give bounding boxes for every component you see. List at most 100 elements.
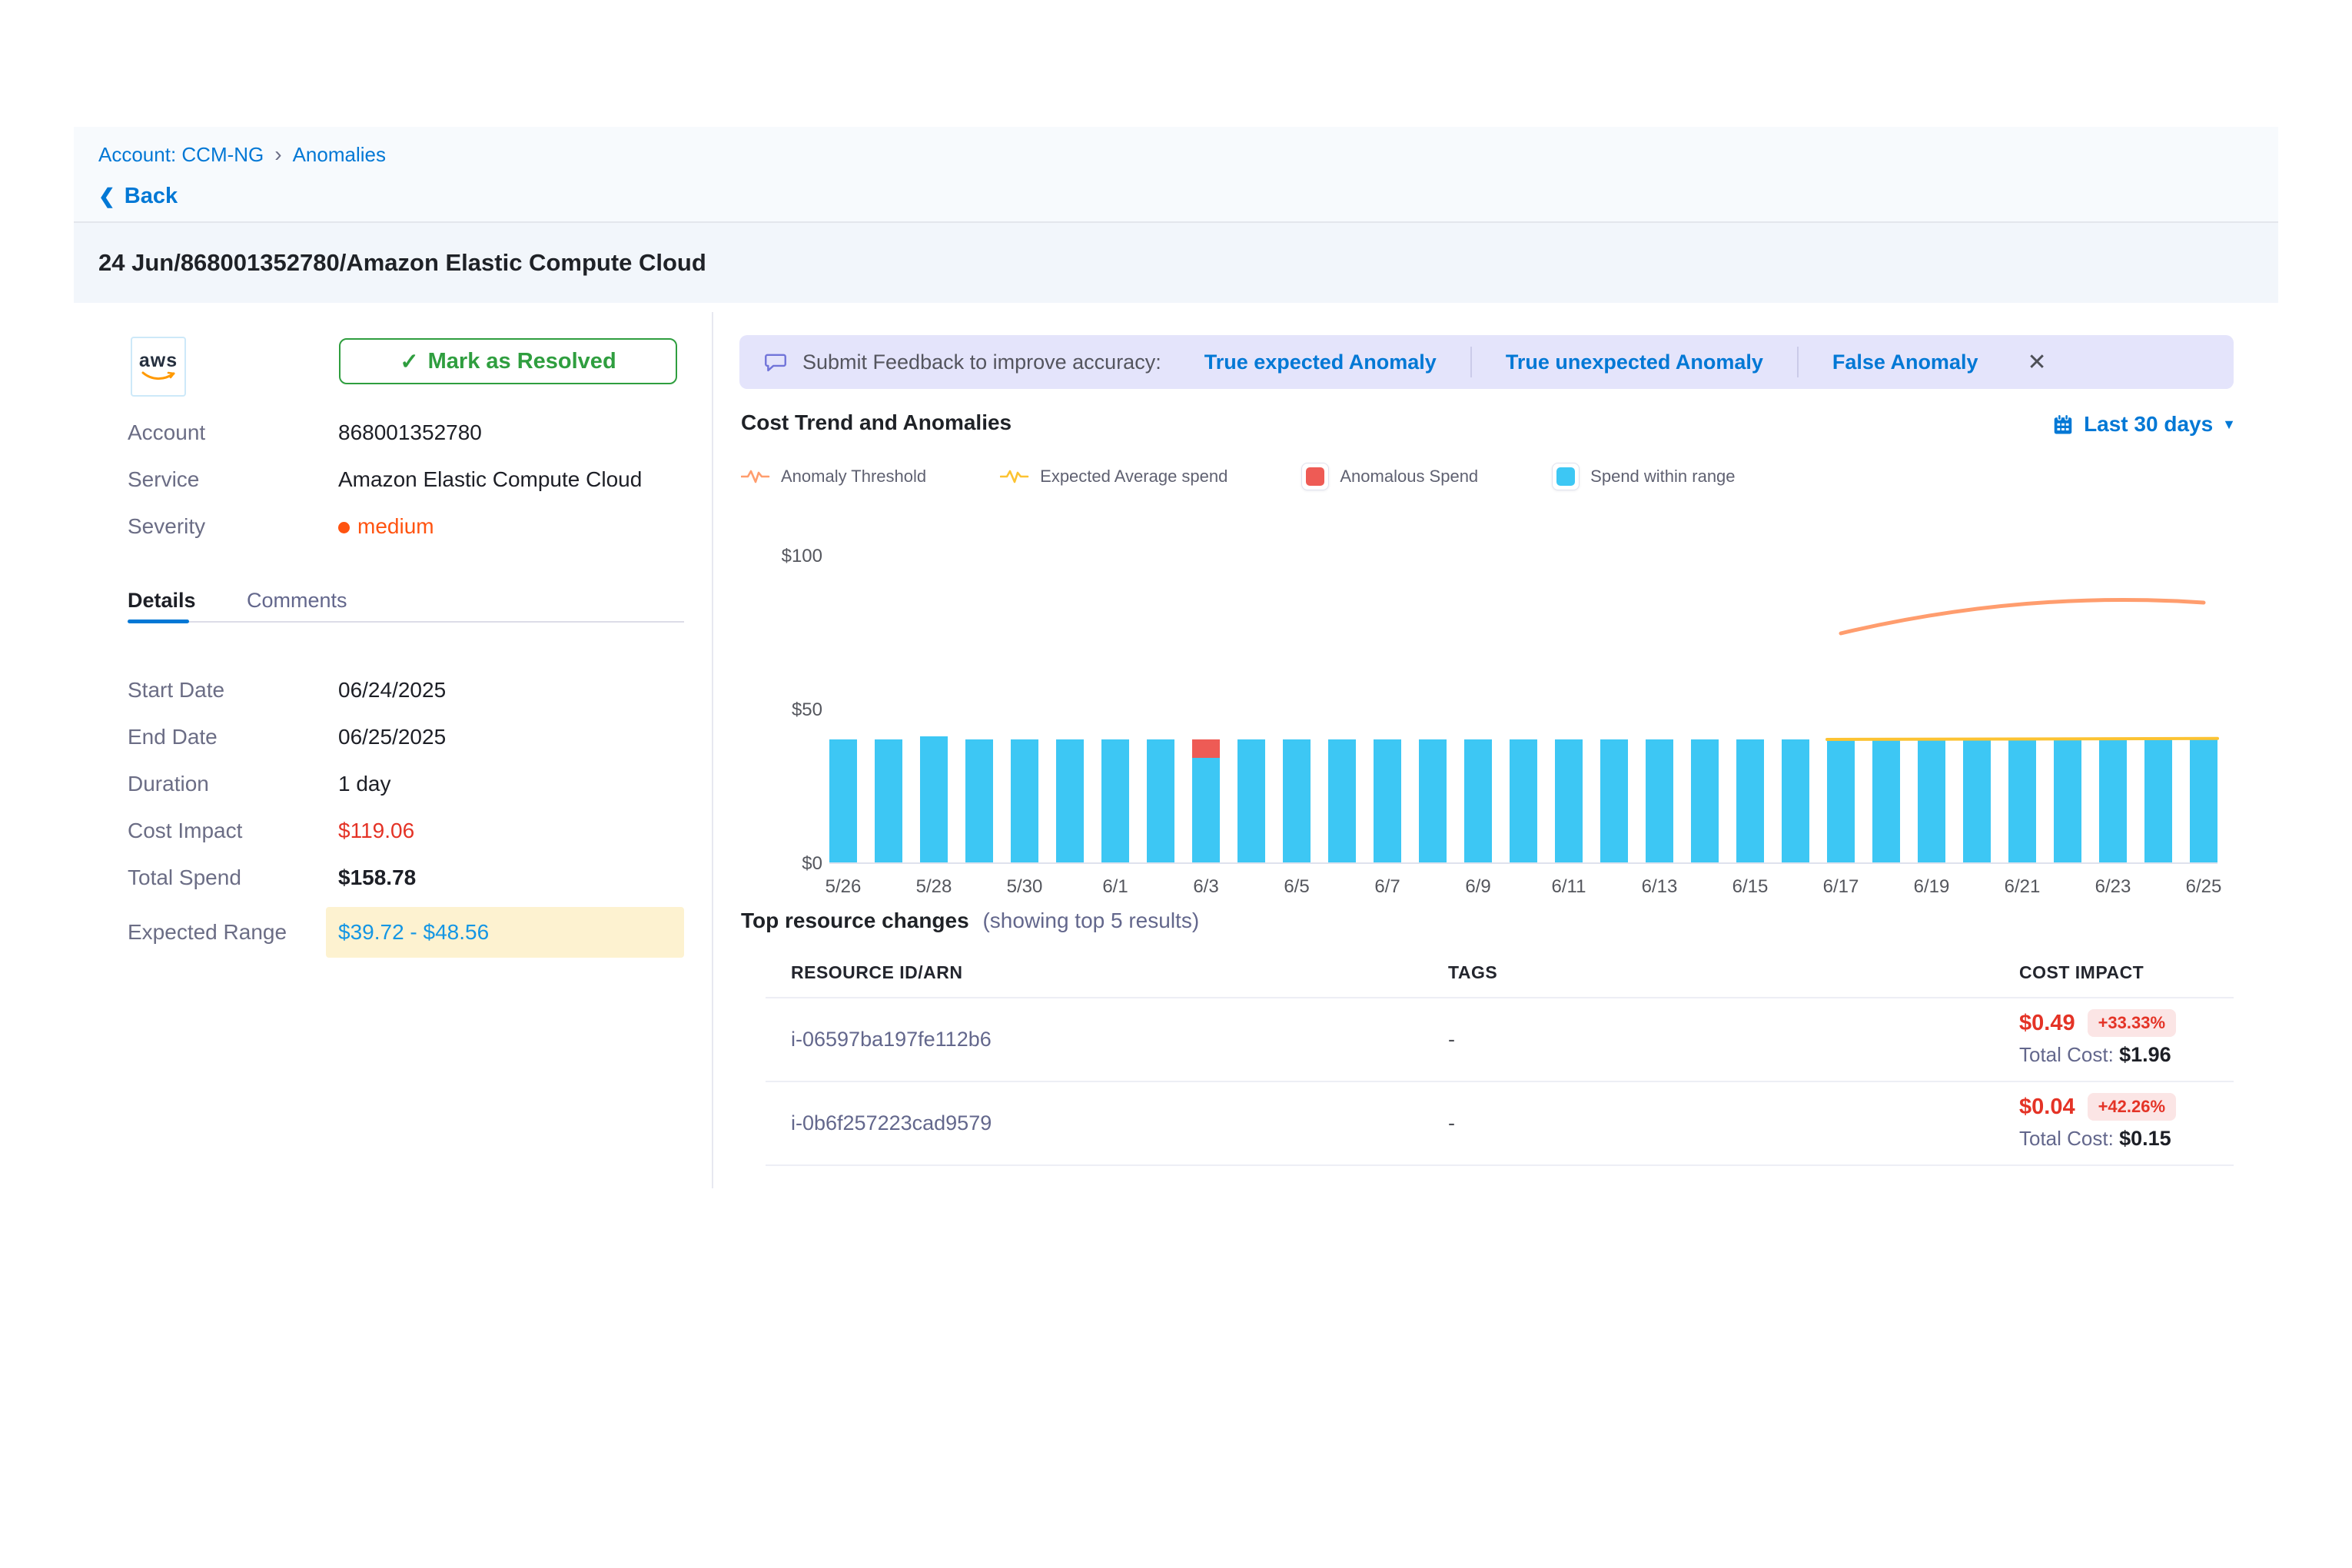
severity-label: Severity [128, 514, 338, 539]
chart-bar-5/27[interactable] [875, 739, 902, 862]
aws-logo: aws [131, 337, 186, 397]
account-label: Account [128, 420, 338, 445]
start-date-row: Start Date 06/24/2025 [128, 677, 684, 703]
chart-bar-5/28[interactable] [920, 736, 948, 862]
date-range-filter[interactable]: Last 30 days ▼ [2051, 412, 2236, 437]
calendar-icon [2051, 413, 2075, 436]
aws-logo-text: aws [139, 351, 178, 370]
chart-bar-5/26[interactable] [829, 739, 857, 862]
chart-bar-6/14[interactable] [1691, 739, 1719, 862]
x-tick-6/17: 6/17 [1806, 876, 1875, 898]
cost-impact-label: Cost Impact [128, 819, 338, 843]
chart-bar-5/31[interactable] [1056, 739, 1084, 862]
feedback-bar: Submit Feedback to improve accuracy: Tru… [739, 335, 2234, 389]
feedback-close-icon[interactable]: ✕ [2027, 349, 2046, 376]
chart-bar-6/5[interactable] [1283, 739, 1311, 862]
x-tick-6/23: 6/23 [2078, 876, 2148, 898]
column-tags: TAGS [1448, 962, 1497, 983]
chart-bar-6/9[interactable] [1464, 739, 1492, 862]
chart-bar-6/11[interactable] [1555, 739, 1583, 862]
breadcrumb: Account: CCM-NG › Anomalies [98, 142, 2254, 167]
severity-row: Severity medium [128, 514, 684, 539]
chart-bar-6/7[interactable] [1374, 739, 1401, 862]
chart-bar-6/16[interactable] [1782, 739, 1809, 862]
cost-impact-percent-badge: +33.33% [2088, 1009, 2176, 1037]
back-label: Back [125, 184, 178, 209]
x-tick-6/5: 6/5 [1262, 876, 1331, 898]
chart-bar-6/23[interactable] [2099, 739, 2127, 862]
total-spend-row: Total Spend $158.78 [128, 865, 684, 891]
date-filter-label: Last 30 days [2084, 412, 2213, 437]
start-date-value: 06/24/2025 [338, 678, 446, 703]
breadcrumb-anomalies-link[interactable]: Anomalies [293, 143, 386, 167]
chart-bar-6/15[interactable] [1736, 739, 1764, 862]
chart-bar-6/1[interactable] [1101, 739, 1129, 862]
feedback-true-expected-button[interactable]: True expected Anomaly [1204, 350, 1437, 374]
pulse-line-icon [1000, 468, 1029, 485]
start-date-label: Start Date [128, 678, 338, 703]
chart-bar-6/24[interactable] [2144, 739, 2172, 862]
duration-row: Duration 1 day [128, 771, 684, 797]
chart-bar-6/20[interactable] [1963, 739, 1991, 862]
back-button[interactable]: ❮ Back [98, 184, 2254, 209]
chart-bar-6/17[interactable] [1827, 739, 1855, 862]
account-row: Account 868001352780 [128, 420, 684, 445]
chart-bar-6/13[interactable] [1646, 739, 1673, 862]
x-tick-5/30: 5/30 [990, 876, 1059, 898]
resources-title: Top resource changes [741, 909, 969, 932]
x-tick-6/13: 6/13 [1625, 876, 1694, 898]
x-tick-6/7: 6/7 [1353, 876, 1422, 898]
legend-label: Anomaly Threshold [781, 467, 926, 487]
chart-bar-5/29[interactable] [965, 739, 993, 862]
chart-bar-6/12[interactable] [1600, 739, 1628, 862]
service-label: Service [128, 467, 338, 492]
resource-id-link[interactable]: i-06597ba197fe112b6 [791, 1028, 992, 1051]
chart-bar-6/6[interactable] [1328, 739, 1356, 862]
cost-impact-percent-badge: +42.26% [2088, 1093, 2176, 1121]
account-value: 868001352780 [338, 420, 482, 445]
check-icon: ✓ [400, 348, 418, 375]
chart-bar-6/10[interactable] [1510, 739, 1537, 862]
legend-anomalous-spend: Anomalous Spend [1301, 463, 1478, 490]
duration-value: 1 day [338, 772, 391, 796]
y-tick-50: $50 [749, 699, 822, 721]
expected-range-row: Expected Range $39.72 - $48.56 [128, 907, 684, 958]
resource-id-link[interactable]: i-0b6f257223cad9579 [791, 1111, 992, 1135]
chart-bar-6/25[interactable] [2190, 739, 2217, 862]
red-swatch-icon [1301, 463, 1329, 490]
column-cost-impact: COST IMPACT [2019, 962, 2144, 983]
chart-bar-6/18[interactable] [1872, 739, 1900, 862]
cost-trend-chart [829, 545, 2217, 864]
left-panel-tabs: Details Comments [128, 589, 684, 623]
table-row[interactable]: i-06597ba197fe112b6 - $0.49 +33.33% Tota… [739, 997, 2234, 1081]
breadcrumb-account-link[interactable]: Account: CCM-NG [98, 143, 264, 167]
feedback-prompt: Submit Feedback to improve accuracy: [802, 350, 1161, 374]
feedback-false-anomaly-button[interactable]: False Anomaly [1832, 350, 1978, 374]
mark-as-resolved-button[interactable]: ✓ Mark as Resolved [339, 338, 677, 384]
x-tick-6/1: 6/1 [1081, 876, 1150, 898]
severity-badge: medium [357, 514, 434, 538]
legend-anomaly-threshold: Anomaly Threshold [741, 467, 926, 487]
tab-comments[interactable]: Comments [247, 589, 347, 613]
chart-bar-6/2[interactable] [1147, 739, 1174, 862]
table-row[interactable]: i-0b6f257223cad9579 - $0.04 +42.26% Tota… [739, 1081, 2234, 1164]
x-tick-6/11: 6/11 [1534, 876, 1603, 898]
x-tick-6/25: 6/25 [2169, 876, 2238, 898]
chart-bar-6/22[interactable] [2054, 739, 2081, 862]
resource-tags: - [1448, 1111, 1455, 1135]
resources-subtitle: (showing top 5 results) [982, 909, 1199, 932]
chart-bar-6/4[interactable] [1237, 739, 1265, 862]
blue-swatch-icon [1552, 463, 1580, 490]
feedback-true-unexpected-button[interactable]: True unexpected Anomaly [1506, 350, 1763, 374]
chart-bar-5/30[interactable] [1011, 739, 1038, 862]
feedback-divider [1470, 347, 1472, 377]
tab-details[interactable]: Details [128, 589, 196, 613]
chart-bar-6/8[interactable] [1419, 739, 1447, 862]
chart-bar-6/21[interactable] [2008, 739, 2036, 862]
resource-tags: - [1448, 1028, 1455, 1051]
chart-bar-anomalous-segment[interactable] [1192, 739, 1220, 758]
resource-cost-cell: $0.49 +33.33% Total Cost: $1.96 [2019, 1009, 2176, 1067]
chart-bar-6/3[interactable] [1192, 758, 1220, 862]
chart-bar-6/19[interactable] [1918, 739, 1945, 862]
chevron-down-icon: ▼ [2222, 417, 2236, 433]
